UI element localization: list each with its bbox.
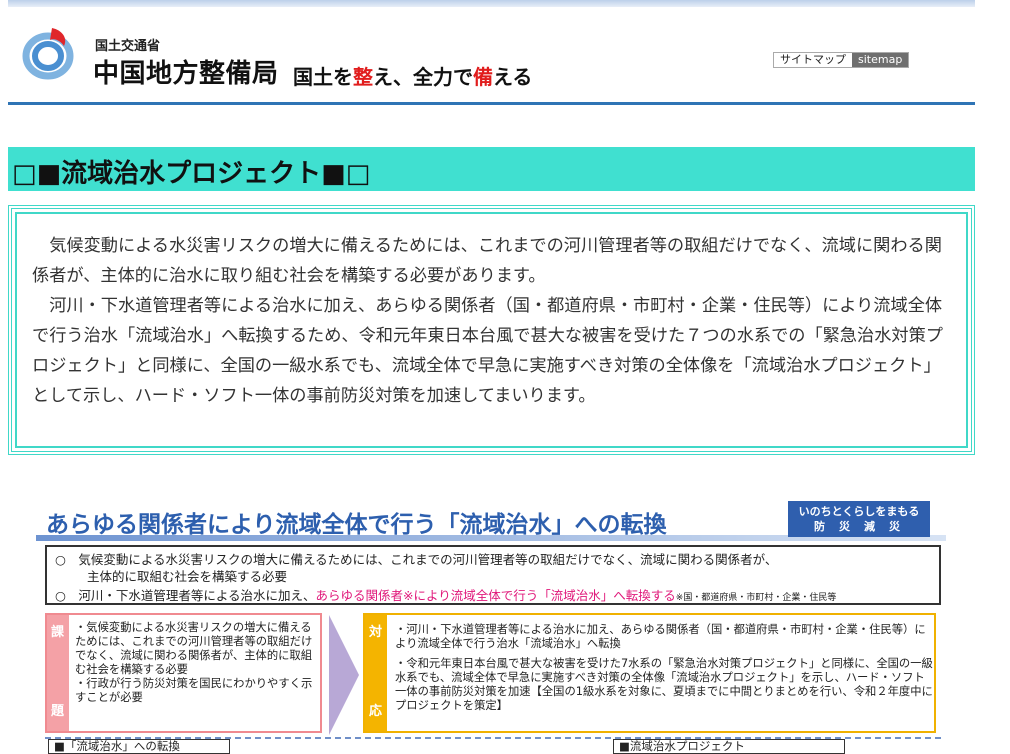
arrow-right-icon	[329, 615, 359, 735]
issues-label-bottom: 題	[51, 704, 65, 719]
badge-line1: いのちとくらしをまもる	[798, 505, 920, 518]
issues-label: 課 題	[47, 615, 69, 731]
response-label-bottom: 応	[369, 704, 383, 719]
bureau-name[interactable]: 中国地方整備局	[93, 53, 279, 90]
response-label: 対 応	[365, 615, 387, 731]
sitemap-label-jp[interactable]: サイトマップ	[774, 53, 852, 67]
section-tag: ■「流域治水」への転換	[48, 739, 230, 754]
diagram-title: あらゆる関係者により流域全体で行う「流域治水」への転換	[46, 512, 667, 538]
bullet-line: ○ 河川・下水道管理者等による治水に加え、あらゆる関係者※により流域全体で行う「…	[55, 585, 836, 604]
slogan-part: える	[493, 65, 533, 89]
page-title: □■流域治水プロジェクト■□	[12, 159, 371, 189]
intro-text: 気候変動による水災害リスクの増大に備えるためには、これまでの河川管理者等の取組だ…	[32, 231, 950, 411]
sitemap-label-en[interactable]: sitemap	[852, 53, 909, 67]
disaster-prevention-badge: いのちとくらしをまもる 防災減災	[788, 501, 930, 537]
slogan-part: え、全力で	[373, 65, 473, 89]
slogan-highlight: 整	[353, 65, 373, 89]
slogan-highlight: 備	[473, 65, 493, 89]
sitemap-link[interactable]: サイトマップ sitemap	[773, 52, 910, 68]
header-divider	[8, 102, 975, 105]
intro-paragraph: 気候変動による水災害リスクの増大に備えるためには、これまでの河川管理者等の取組だ…	[32, 236, 942, 286]
bullet-text: ○ 河川・下水道管理者等による治水に加え、	[55, 588, 316, 603]
bullet-note: ※国・都道府県・市町村・企業・住民等	[675, 593, 837, 603]
issues-label-top: 課	[51, 625, 65, 640]
project-diagram: あらゆる関係者により流域全体で行う「流域治水」への転換 いのちとくらしをまもる …	[36, 497, 946, 754]
intro-box: 気候変動による水災害リスクの増大に備えるためには、これまでの河川管理者等の取組だ…	[8, 205, 975, 455]
response-box: 対 応 ・河川・下水道管理者等による治水に加え、あらゆる関係者（国・都道府県・市…	[363, 613, 936, 733]
section-tag: ■流域治水プロジェクト	[613, 739, 845, 754]
response-paragraph: ・令和元年東日本台風で甚大な被害を受けた7水系の「緊急治水対策プロジェクト」と同…	[395, 657, 933, 712]
issues-box: 課 題 ・気候変動による水災害リスクの増大に備えるためには、これまでの河川管理者…	[45, 613, 322, 733]
slogan: 国土を整え、全力で備える	[293, 61, 532, 90]
bullet-highlight: あらゆる関係者※により流域全体で行う「流域治水」へ転換する	[315, 588, 676, 603]
badge-line2: 防災減災	[814, 520, 914, 533]
response-label-top: 対	[369, 625, 383, 640]
response-paragraph: ・河川・下水道管理者等による治水に加え、あらゆる関係者（国・都道府県・市町村・企…	[395, 623, 926, 650]
bullet-line: 主体的に取組む社会を構築する必要	[87, 569, 288, 584]
issues-text: ・気候変動による水災害リスクの増大に備えるためには、これまでの河川管理者等の取組…	[75, 621, 313, 704]
mlit-logo-icon[interactable]	[22, 26, 78, 80]
summary-bullets: ○ 気候変動による水災害リスクの増大に備えるためには、これまでの河川管理者等の取…	[45, 545, 941, 605]
top-gradient-bar	[8, 0, 975, 7]
page-title-bar: □■流域治水プロジェクト■□	[8, 147, 975, 191]
ministry-name: 国土交通省	[95, 39, 161, 54]
response-text: ・河川・下水道管理者等による治水に加え、あらゆる関係者（国・都道府県・市町村・企…	[395, 623, 933, 719]
slogan-part: 国土を	[293, 65, 353, 89]
intro-paragraph: 河川・下水道管理者等による治水に加え、あらゆる関係者（国・都道府県・市町村・企業…	[32, 296, 943, 406]
